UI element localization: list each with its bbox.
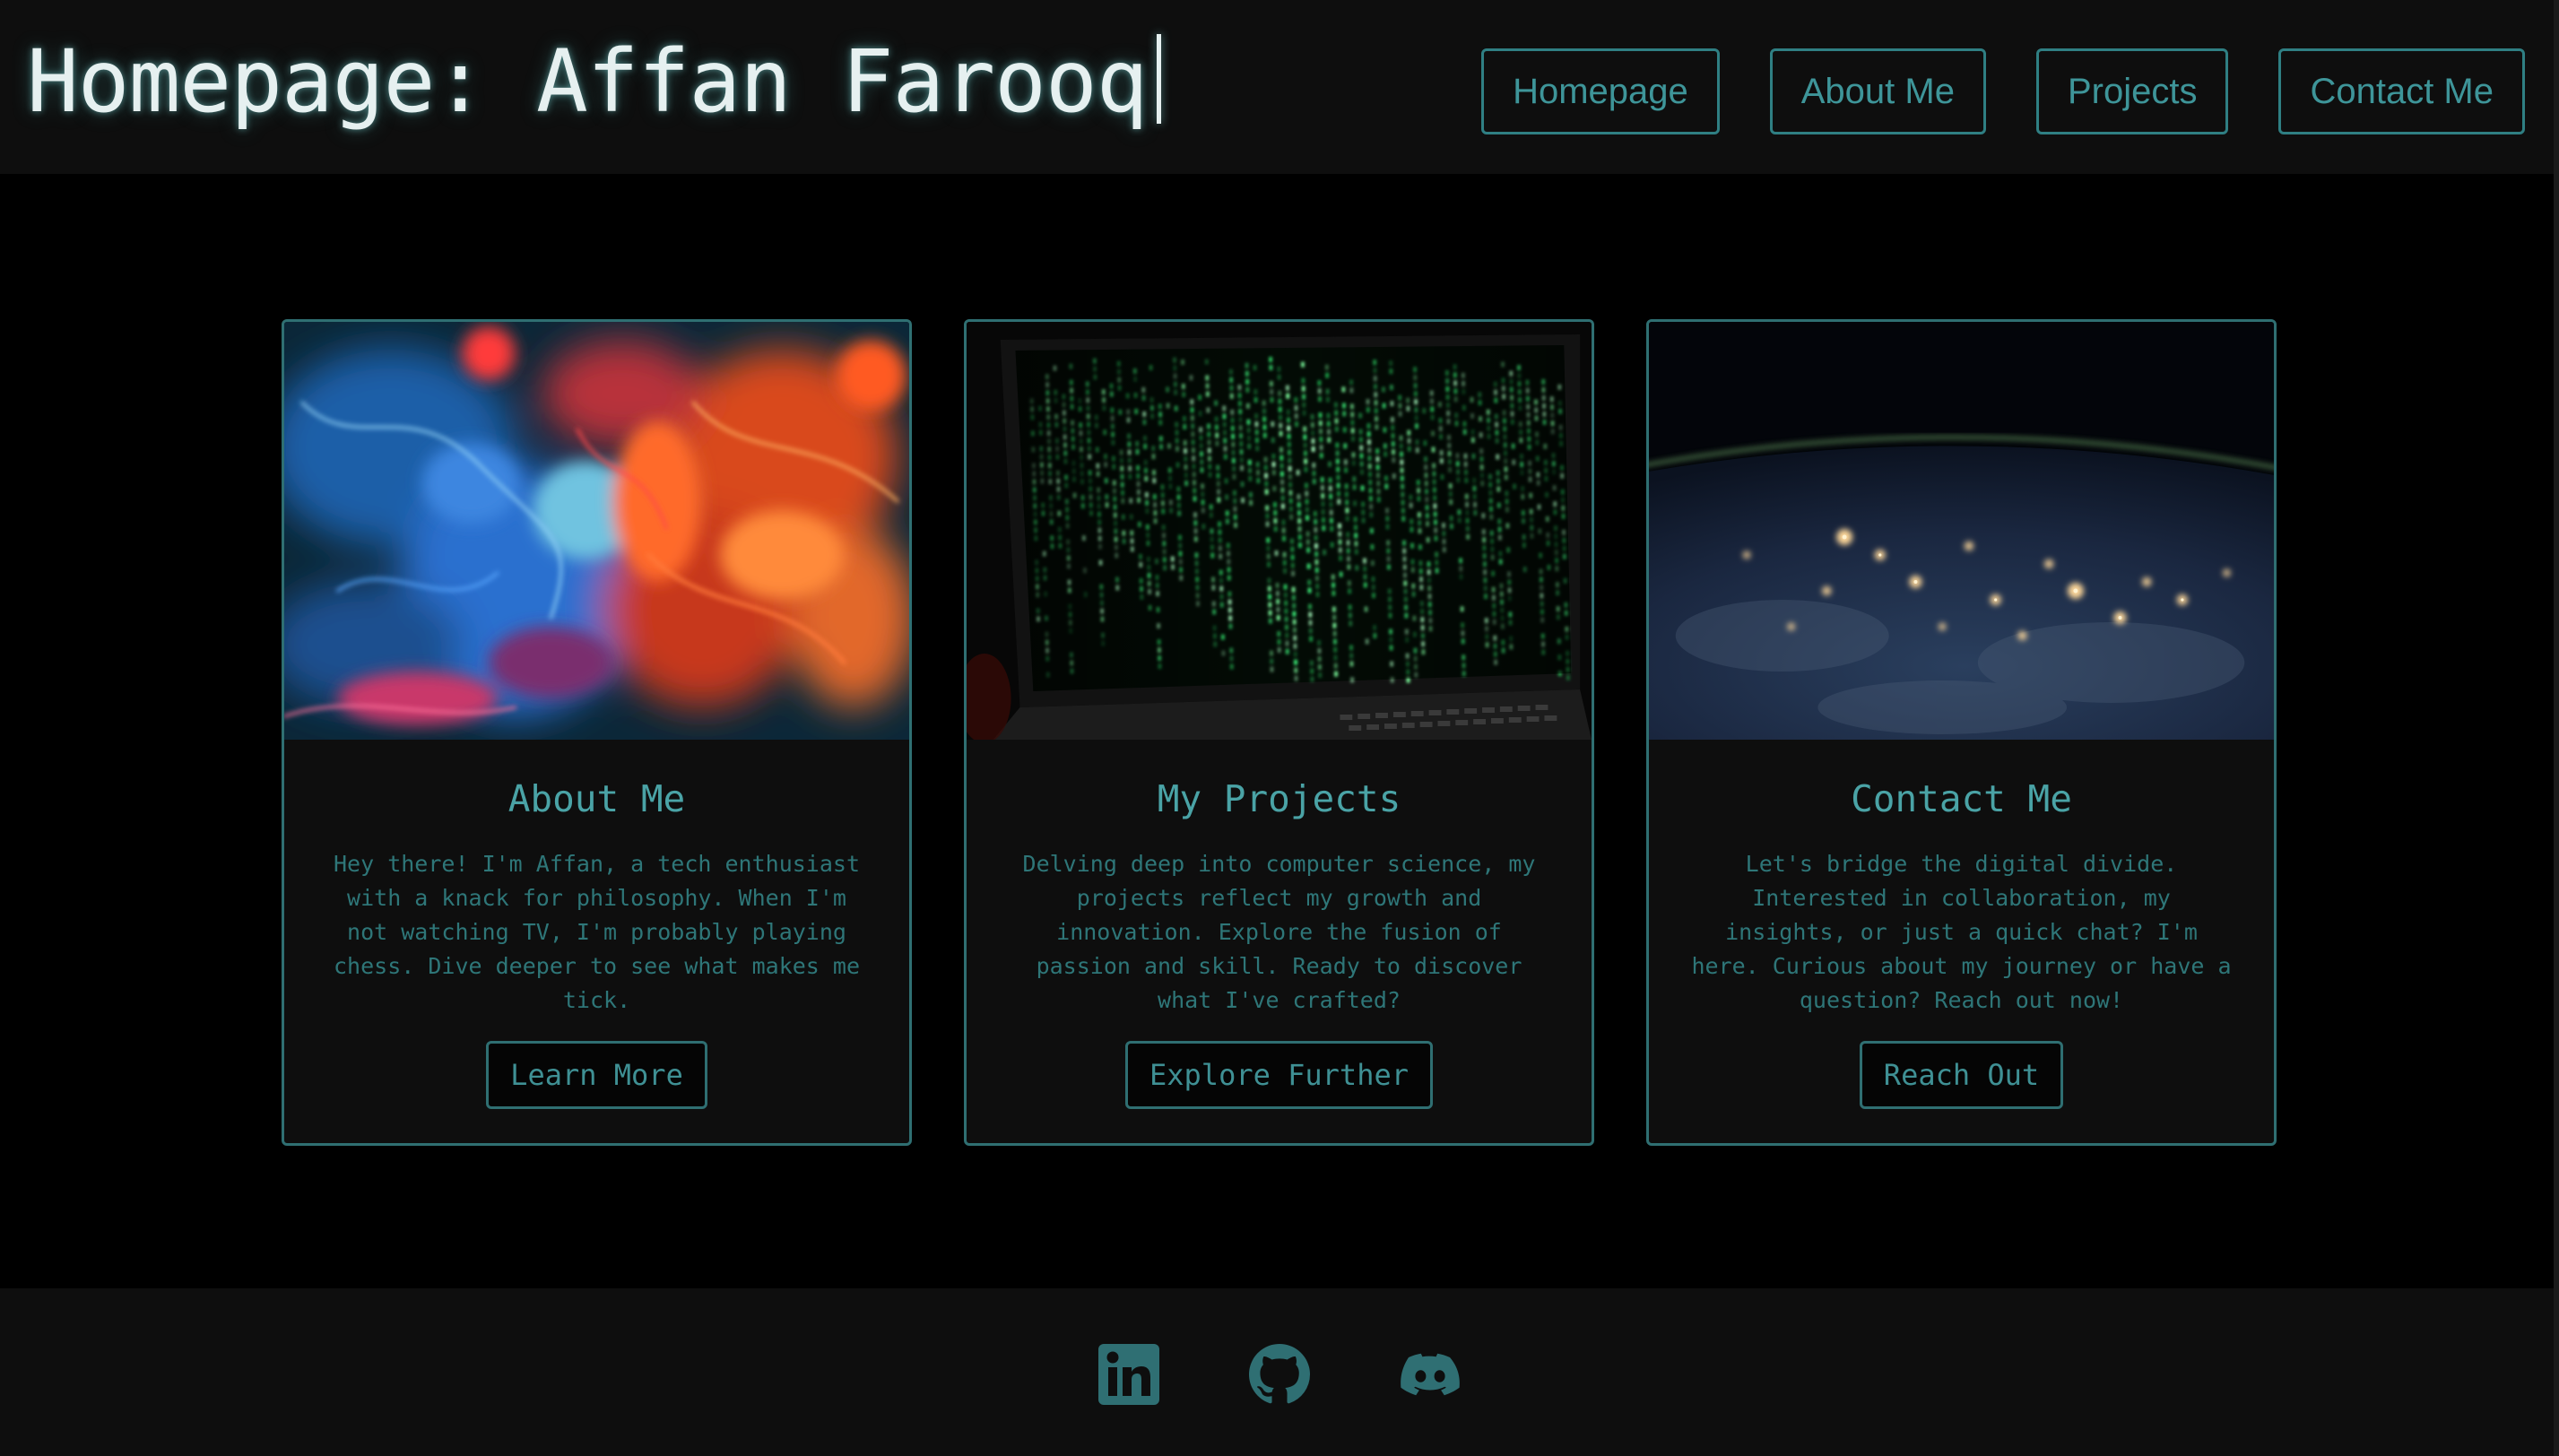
page-title: Homepage: Affan Farooq: [27, 32, 1161, 131]
typing-cursor: [1156, 34, 1161, 124]
projects-card: My Projects Delving deep into computer s…: [964, 319, 1594, 1146]
site-footer: [0, 1288, 2559, 1456]
learn-more-button[interactable]: Learn More: [486, 1041, 707, 1109]
nav-homepage-button[interactable]: Homepage: [1481, 48, 1720, 134]
nav-contact-me-button[interactable]: Contact Me: [2278, 48, 2525, 134]
main-nav: Homepage About Me Projects Contact Me: [1481, 48, 2525, 134]
nav-projects-button[interactable]: Projects: [2035, 48, 2229, 134]
linkedin-icon: [1098, 1344, 1159, 1405]
about-me-card-description: Hey there! I'm Affan, a tech enthusiast …: [334, 851, 860, 1013]
explore-further-button[interactable]: Explore Further: [1125, 1041, 1433, 1109]
contact-card: Contact Me Let's bridge the digital divi…: [1646, 319, 2277, 1146]
social-links: [1098, 1344, 1461, 1405]
site-header: Homepage: Affan Farooq Homepage About Me…: [0, 0, 2559, 174]
reach-out-button[interactable]: Reach Out: [1859, 1041, 2064, 1109]
projects-card-description: Delving deep into computer science, my p…: [1022, 851, 1536, 1013]
github-link[interactable]: [1249, 1344, 1310, 1405]
discord-link[interactable]: [1400, 1344, 1461, 1405]
discord-icon: [1401, 1353, 1460, 1396]
cards-section: About Me Hey there! I'm Affan, a tech en…: [282, 319, 2277, 1146]
about-me-card-title: About Me: [507, 777, 686, 820]
colorful-ink-smoke-image: [284, 322, 909, 740]
contact-card-description: Let's bridge the digital divide. Interes…: [1691, 851, 2232, 1013]
github-icon: [1249, 1344, 1310, 1404]
linkedin-link[interactable]: [1098, 1344, 1159, 1405]
page-title-text: Homepage: Affan Farooq: [27, 31, 1149, 132]
matrix-code-laptop-image: [967, 322, 1592, 740]
window-scrollbar[interactable]: [2554, 0, 2559, 1456]
earth-at-night-image: [1649, 322, 2274, 740]
nav-about-me-button[interactable]: About Me: [1769, 48, 1986, 134]
projects-card-title: My Projects: [1157, 777, 1401, 820]
contact-card-title: Contact Me: [1851, 777, 2072, 820]
about-me-card: About Me Hey there! I'm Affan, a tech en…: [282, 319, 912, 1146]
